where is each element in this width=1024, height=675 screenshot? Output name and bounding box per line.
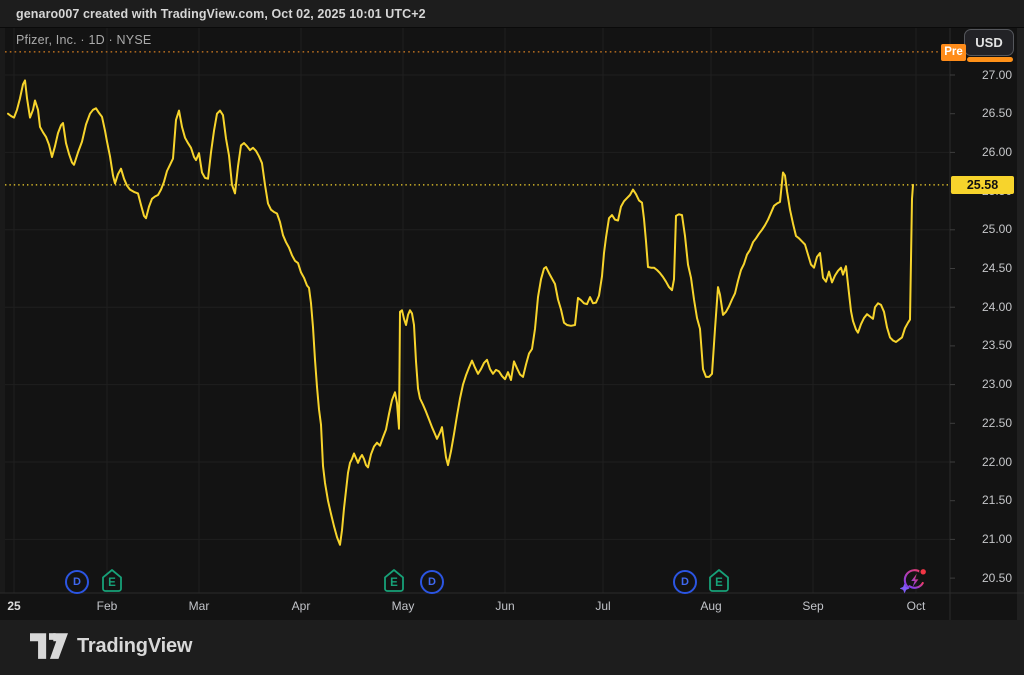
time-tick-label: Jul — [568, 599, 638, 613]
time-tick-label: Feb — [72, 599, 142, 613]
price-tick-label: 21.00 — [952, 532, 1012, 547]
dividend-marker-icon[interactable]: D — [673, 568, 697, 594]
tradingview-logo-text: TradingView — [77, 635, 192, 658]
price-tick-label: 27.00 — [952, 68, 1012, 83]
earnings-house-shape: E — [707, 568, 731, 594]
dividend-letter: D — [65, 570, 89, 594]
price-tick-label: 24.50 — [952, 261, 1012, 276]
time-tick-label: Jun — [470, 599, 540, 613]
price-tick-label: 24.00 — [952, 300, 1012, 315]
tradingview-logo[interactable]: TradingView — [30, 633, 192, 660]
price-tick-label: 23.50 — [952, 338, 1012, 353]
dividend-marker-icon[interactable]: D — [420, 568, 444, 594]
price-tick-label: 21.50 — [952, 493, 1012, 508]
earnings-house-shape: E — [100, 568, 124, 594]
price-line — [8, 80, 913, 544]
flash-icon-graphic — [900, 565, 930, 595]
time-tick-label: Aug — [676, 599, 746, 613]
dividend-marker-icon[interactable]: D — [65, 568, 89, 594]
earnings-house-shape: E — [382, 568, 406, 594]
svg-text:E: E — [715, 577, 723, 589]
pre-market-underline — [967, 57, 1013, 62]
price-tick-label: 22.00 — [952, 455, 1012, 470]
time-tick-label: 25 — [0, 599, 49, 613]
price-chart[interactable] — [0, 0, 1024, 675]
svg-text:E: E — [390, 577, 398, 589]
price-tick-label: 26.00 — [952, 145, 1012, 160]
price-tick-label: 20.50 — [952, 571, 1012, 586]
pre-market-badge: Pre — [941, 44, 966, 61]
flash-event-icon[interactable] — [900, 565, 930, 591]
price-tick-label: 26.50 — [952, 106, 1012, 121]
time-tick-label: May — [368, 599, 438, 613]
earnings-marker-icon[interactable]: E — [382, 568, 406, 594]
price-tick-label: 23.00 — [952, 377, 1012, 392]
dividend-letter: D — [420, 570, 444, 594]
svg-text:E: E — [108, 577, 116, 589]
time-tick-label: Mar — [164, 599, 234, 613]
currency-usd-button[interactable]: USD — [964, 29, 1014, 56]
tradingview-snapshot: genaro007 created with TradingView.com, … — [0, 0, 1024, 675]
time-tick-label: Oct — [881, 599, 951, 613]
time-tick-label: Apr — [266, 599, 336, 613]
earnings-marker-icon[interactable]: E — [707, 568, 731, 594]
time-tick-label: Sep — [778, 599, 848, 613]
last-price-badge: 25.58 — [951, 176, 1014, 194]
symbol-title: Pfizer, Inc. · 1D · NYSE — [16, 33, 151, 47]
price-tick-label: 25.00 — [952, 222, 1012, 237]
tradingview-logo-mark — [30, 633, 68, 660]
earnings-marker-icon[interactable]: E — [100, 568, 124, 594]
footer-bar: TradingView — [0, 620, 1024, 675]
dividend-letter: D — [673, 570, 697, 594]
price-tick-label: 22.50 — [952, 416, 1012, 431]
